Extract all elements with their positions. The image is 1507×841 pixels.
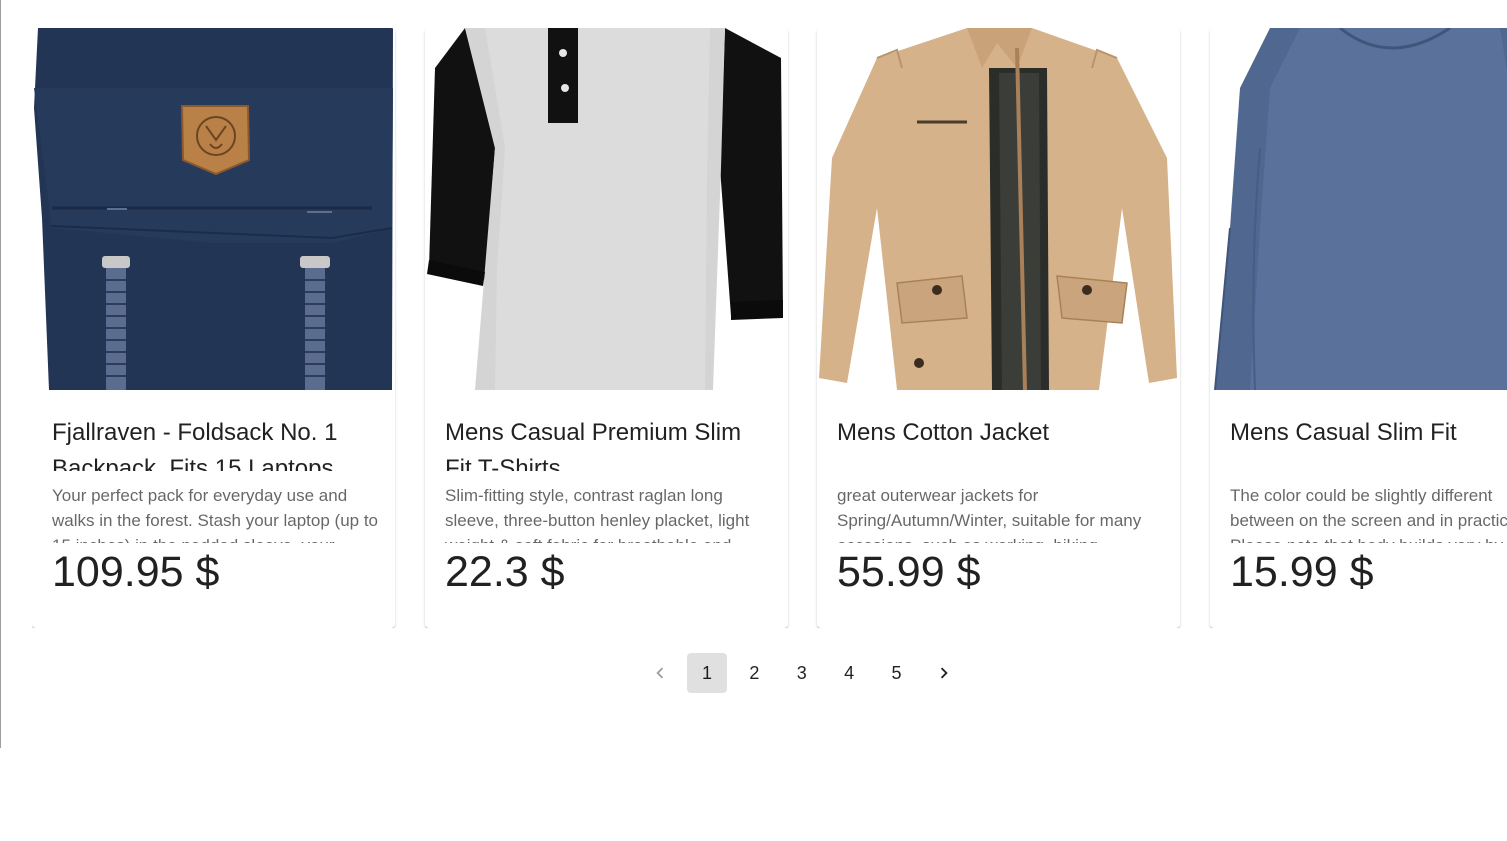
price-currency: $ [540,548,565,596]
next-page-button[interactable] [924,653,964,693]
product-price: 15.99 $ [1230,546,1373,598]
product-title: Fjallraven - Foldsack No. 1 Backpack, Fi… [52,419,338,471]
price-value: 55.99 [837,548,945,596]
product-image-backpack[interactable] [32,28,395,390]
product-card[interactable]: Mens Casual Slim Fit The color could be … [1210,28,1507,628]
page-button-2[interactable]: 2 [734,653,774,693]
product-price: 22.3 $ [445,546,565,598]
product-description: Your perfect pack for everyday use and w… [52,486,379,543]
product-description: Slim-fitting style, contrast raglan long… [445,486,750,543]
page-button-5[interactable]: 5 [877,653,917,693]
product-image-blue-shirt[interactable] [1210,28,1507,390]
product-card[interactable]: Mens Cotton Jacket great outerwear jacke… [817,28,1180,628]
product-price: 109.95 $ [52,546,219,598]
price-value: 15.99 [1230,548,1338,596]
page-button-1[interactable]: 1 [687,653,728,693]
price-currency: $ [1349,548,1374,596]
price-currency: $ [956,548,981,596]
page-button-4[interactable]: 4 [829,653,869,693]
price-currency: $ [195,548,220,596]
product-image-tshirt[interactable] [425,28,788,390]
page-button-3[interactable]: 3 [782,653,822,693]
product-description: great outerwear jackets for Spring/Autum… [837,486,1142,543]
price-value: 109.95 [52,548,184,596]
product-title: Mens Casual Slim Fit [1230,419,1457,446]
product-price: 55.99 $ [837,546,980,598]
product-page: Fjallraven - Foldsack No. 1 Backpack, Fi… [0,0,1507,841]
chevron-right-icon [940,667,948,679]
product-title: Mens Casual Premium Slim Fit T-Shirts [445,419,742,471]
product-description: The color could be slightly different be… [1230,486,1507,543]
product-grid: Fjallraven - Foldsack No. 1 Backpack, Fi… [32,28,1507,628]
left-divider [0,0,1,748]
product-card[interactable]: Mens Casual Premium Slim Fit T-Shirts Sl… [425,28,788,628]
price-value: 22.3 [445,548,529,596]
product-title: Mens Cotton Jacket [837,419,1050,446]
previous-page-button[interactable] [640,653,680,693]
chevron-left-icon [656,667,663,679]
product-image-jacket[interactable] [817,28,1180,390]
pagination: 1 2 3 4 5 [636,653,968,693]
product-card[interactable]: Fjallraven - Foldsack No. 1 Backpack, Fi… [32,28,395,628]
